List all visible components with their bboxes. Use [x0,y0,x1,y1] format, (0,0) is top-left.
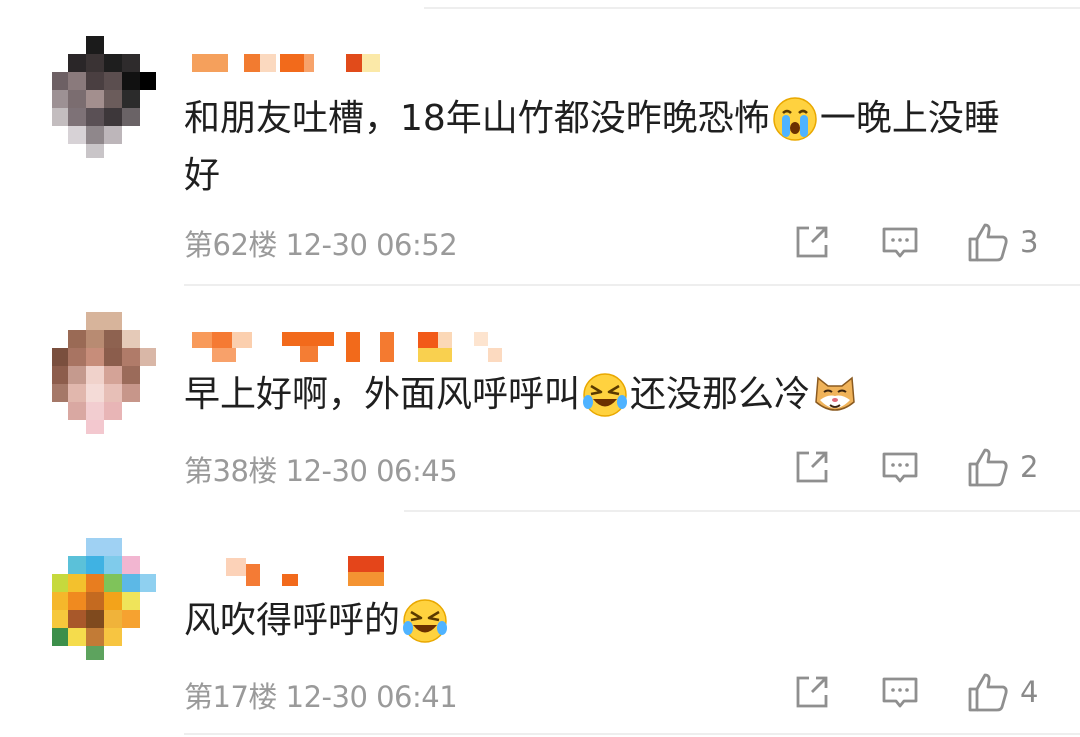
username-blurred[interactable] [184,52,384,82]
share-icon [796,676,828,708]
laughing-face-emoji [582,372,628,418]
comment-actions: 2 [780,443,1080,491]
floor-number: 第17楼 [184,680,277,714]
reply-icon [882,677,918,708]
like-button[interactable]: 3 [966,218,1038,266]
username-blurred[interactable] [184,328,514,362]
divider [184,284,1080,286]
like-button[interactable]: 2 [966,443,1038,491]
reply-button[interactable] [880,443,920,491]
avatar[interactable] [52,36,156,158]
avatar[interactable] [52,312,156,434]
comment-meta: 第38楼 12-30 06:45 [184,448,458,490]
laughing-face-emoji [402,598,448,644]
timestamp: 12-30 06:41 [285,680,458,714]
thumbs-up-icon [968,448,1008,487]
comment-actions: 3 [780,218,1080,266]
like-count: 3 [1020,225,1039,259]
cat-face-emoji [812,372,858,418]
reply-button[interactable] [880,218,920,266]
comment-text: 风吹得呼呼的 [184,592,1034,649]
avatar[interactable] [52,538,156,660]
comment-text: 和朋友吐槽，18年山竹都没昨晚恐怖 一晚上没睡好 [184,96,1000,196]
thumbs-up-icon [968,223,1008,262]
like-count: 2 [1020,450,1039,484]
like-button[interactable]: 4 [966,668,1038,716]
floor-number: 第62楼 [184,228,277,262]
reply-icon [882,227,918,258]
comment-actions: 4 [780,668,1080,716]
comment-text: 早上好啊，外面风呼呼叫 还没那么冷 [184,366,1034,423]
reply-icon [882,452,918,483]
floor-number: 第38楼 [184,454,277,488]
timestamp: 12-30 06:52 [285,228,458,262]
reply-button[interactable] [880,668,920,716]
divider [184,733,1080,735]
divider [404,510,1080,512]
share-button[interactable] [792,218,832,266]
share-button[interactable] [792,668,832,716]
like-count: 4 [1020,675,1039,709]
share-button[interactable] [792,443,832,491]
timestamp: 12-30 06:45 [285,454,458,488]
share-icon [796,451,828,483]
comment-meta: 第17楼 12-30 06:41 [184,674,458,716]
thumbs-up-icon [968,673,1008,712]
comment-meta: 第62楼 12-30 06:52 [184,222,458,264]
username-blurred[interactable] [184,554,394,586]
divider [424,7,1080,9]
crying-face-emoji [772,96,818,142]
share-icon [796,226,828,258]
